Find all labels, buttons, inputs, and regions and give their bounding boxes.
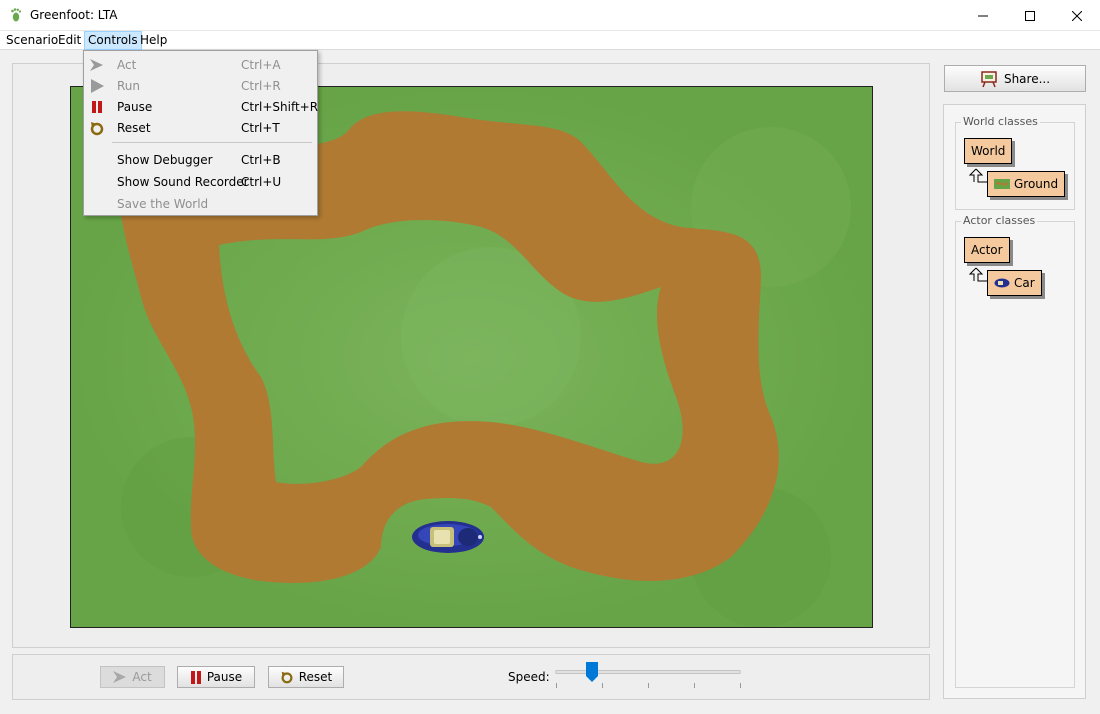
menu-scenario[interactable]: Scenario — [3, 31, 61, 50]
menu-item-label: Reset — [117, 121, 151, 135]
slider-tick — [556, 683, 557, 688]
car-class-label: Car — [1014, 276, 1035, 290]
act-button-label: Act — [132, 670, 152, 684]
world-classes-title: World classes — [961, 115, 1040, 128]
reset-button[interactable]: Reset — [268, 666, 344, 688]
menu-item-save-the-world[interactable]: Save the World — [84, 194, 317, 214]
reset-icon — [281, 671, 293, 684]
pause-icon — [190, 670, 201, 684]
greenfoot-app-icon — [11, 8, 22, 22]
actor-class-label: Actor — [971, 243, 1003, 257]
menu-separator — [112, 142, 312, 143]
reset-icon — [90, 122, 104, 136]
reset-button-label: Reset — [298, 670, 333, 684]
slider-tick — [740, 683, 741, 688]
share-button[interactable]: Share... — [944, 65, 1086, 92]
menu-bar: Scenario Edit Controls Help — [0, 31, 1100, 50]
menu-item-act[interactable]: Act Ctrl+A — [84, 55, 317, 75]
menu-item-pause[interactable]: Pause Ctrl+Shift+R — [84, 97, 319, 117]
world-class[interactable]: World — [964, 138, 1013, 164]
menu-controls[interactable]: Controls — [84, 31, 142, 50]
actor-classes-title: Actor classes — [961, 214, 1038, 227]
slider-tick — [602, 683, 603, 688]
act-icon — [90, 59, 103, 71]
minimize-icon — [978, 15, 988, 16]
share-button-label: Share... — [1003, 71, 1051, 86]
ground-class-label: Ground — [1014, 177, 1059, 191]
menu-item-reset[interactable]: Reset Ctrl+T — [84, 118, 317, 138]
inheritance-arrow-icon — [968, 267, 988, 282]
menu-item-shortcut: Ctrl+A — [241, 58, 281, 72]
close-button[interactable] — [1054, 0, 1100, 31]
run-icon — [91, 79, 104, 93]
pause-button-label: Pause — [206, 670, 243, 684]
menu-item-label: Show Sound Recorder — [117, 175, 249, 189]
menu-item-show-debugger[interactable]: Show Debugger Ctrl+B — [84, 150, 317, 170]
menu-item-shortcut: Ctrl+T — [241, 121, 280, 135]
menu-item-run[interactable]: Run Ctrl+R — [84, 76, 317, 96]
ground-thumbnail-icon — [994, 179, 1010, 189]
menu-item-label: Show Debugger — [117, 153, 213, 167]
actor-class[interactable]: Actor — [964, 237, 1010, 263]
menu-item-shortcut: Ctrl+Shift+R — [241, 100, 319, 114]
menu-edit[interactable]: Edit — [55, 31, 84, 50]
inheritance-arrow-icon — [968, 168, 988, 183]
speed-slider-thumb[interactable] — [586, 662, 599, 682]
act-icon — [113, 671, 127, 683]
menu-item-shortcut: Ctrl+U — [241, 175, 282, 189]
menu-item-label: Save the World — [117, 197, 209, 211]
car-thumbnail-icon — [994, 278, 1010, 288]
slider-tick — [694, 683, 695, 688]
menu-item-show-sound-recorder[interactable]: Show Sound Recorder Ctrl+U — [84, 172, 317, 192]
menu-item-shortcut: Ctrl+B — [241, 153, 281, 167]
controls-dropdown-menu: Act Ctrl+A Run Ctrl+R Pause Ctrl+Shift+R… — [83, 50, 318, 216]
menu-item-label: Act — [117, 58, 137, 72]
pause-icon — [92, 101, 102, 113]
minimize-button[interactable] — [960, 0, 1006, 31]
pause-button[interactable]: Pause — [177, 666, 255, 688]
window-title: Greenfoot: LTA — [30, 8, 118, 22]
title-bar: Greenfoot: LTA — [0, 0, 1100, 31]
world-class-label: World — [971, 144, 1006, 158]
maximize-button[interactable] — [1007, 0, 1053, 31]
menu-help[interactable]: Help — [137, 31, 170, 50]
slider-tick — [648, 683, 649, 688]
close-icon — [1072, 10, 1082, 21]
menu-item-label: Run — [117, 79, 141, 93]
car-class[interactable]: Car — [987, 270, 1042, 296]
maximize-icon — [1025, 10, 1035, 21]
share-easel-icon — [981, 70, 997, 87]
car-actor[interactable] — [410, 519, 486, 555]
menu-item-shortcut: Ctrl+R — [241, 79, 281, 93]
act-button[interactable]: Act — [100, 666, 165, 688]
speed-label: Speed: — [508, 670, 550, 684]
menu-item-label: Pause — [117, 100, 153, 114]
speed-slider-track[interactable] — [555, 670, 741, 674]
ground-class[interactable]: Ground — [987, 171, 1066, 197]
